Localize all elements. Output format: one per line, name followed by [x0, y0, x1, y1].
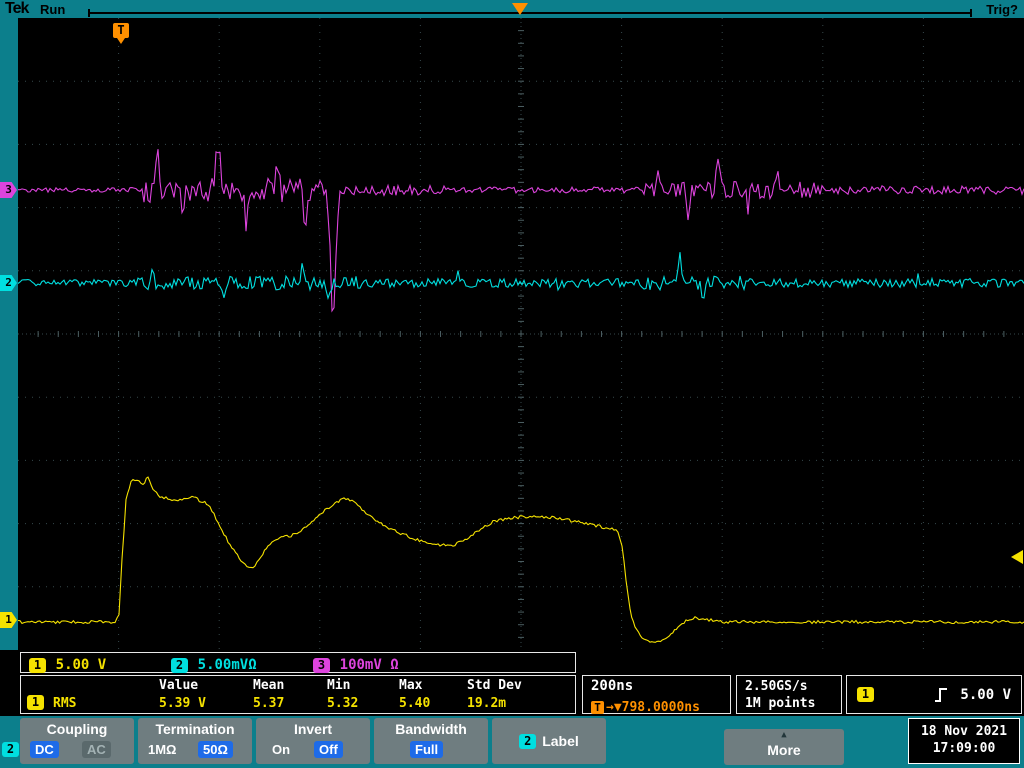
- label-button[interactable]: 2 Label: [492, 718, 606, 764]
- ch1-scale-value: 5.00 V: [55, 657, 107, 673]
- invert-title: Invert: [293, 721, 333, 737]
- delay-trigger-badge: T: [591, 701, 604, 714]
- rising-edge-icon: [935, 687, 947, 702]
- time-text: 17:09:00: [932, 741, 996, 756]
- coupling-title: Coupling: [46, 721, 108, 737]
- coupling-dc-option[interactable]: DC: [30, 741, 59, 758]
- trigger-delay-value: →▼798.0000ns: [606, 700, 700, 715]
- trigger-status: Trig?: [986, 2, 1018, 17]
- horizontal-scale: 200ns: [591, 678, 634, 694]
- measurement-table: Value Mean Min Max Std Dev 1 RMS 5.39 V …: [20, 675, 576, 714]
- meas-header-stddev: Std Dev: [467, 678, 522, 693]
- ch1-ground-marker[interactable]: 1: [0, 612, 17, 628]
- trigger-readout: 1 5.00 V: [846, 675, 1022, 714]
- bandwidth-title: Bandwidth: [395, 721, 467, 737]
- meas-row-max: 5.40: [399, 696, 431, 711]
- date-text: 18 Nov 2021: [920, 724, 1008, 739]
- trigger-delay-readout: T →▼798.0000ns: [591, 696, 700, 715]
- coupling-button[interactable]: Coupling DC AC: [20, 718, 134, 764]
- channel-scale-readout: 1 5.00 V 2 5.00mVΩ 3 100mV Ω: [20, 652, 576, 673]
- bandwidth-button[interactable]: Bandwidth Full: [374, 718, 488, 764]
- termination-50ohm-option[interactable]: 50Ω: [198, 741, 233, 758]
- record-length: 1M points: [745, 696, 816, 711]
- ch3-badge: 3: [313, 658, 330, 673]
- acquisition-readout: 2.50GS/s 1M points: [736, 675, 842, 714]
- meas-header-min: Min: [327, 678, 351, 693]
- trigger-time-flag[interactable]: T: [113, 23, 129, 44]
- termination-button[interactable]: Termination 1MΩ 50Ω: [138, 718, 252, 764]
- meas-row-name: RMS: [53, 696, 77, 711]
- meas-header-mean: Mean: [253, 678, 285, 693]
- meas-row-min: 5.32: [327, 696, 359, 711]
- label-channel-badge: 2: [519, 733, 537, 749]
- invert-on-option[interactable]: On: [272, 741, 290, 758]
- coupling-ac-option[interactable]: AC: [82, 741, 111, 758]
- active-channel-badge: 2: [2, 738, 19, 757]
- ch1-badge: 1: [29, 658, 46, 673]
- trigger-level-arrow[interactable]: [1011, 550, 1023, 564]
- meas-header-value: Value: [159, 678, 199, 693]
- ch3-scale: 3 100mV Ω: [313, 654, 399, 673]
- bandwidth-full-option[interactable]: Full: [410, 741, 444, 758]
- more-up-icon: ▲: [781, 730, 787, 740]
- ch2-badge: 2: [171, 658, 188, 673]
- graticule: T: [18, 18, 1024, 650]
- trigger-source-badge: 1: [857, 687, 874, 702]
- invert-off-option[interactable]: Off: [314, 741, 343, 758]
- record-position-marker[interactable]: [512, 3, 528, 15]
- ch2-scale-value: 5.00mVΩ: [197, 657, 257, 673]
- waveform-display: [18, 18, 1024, 650]
- timebase-readout: 200ns T →▼798.0000ns: [582, 675, 731, 715]
- more-button[interactable]: ▲ More: [724, 729, 844, 765]
- meas-header-max: Max: [399, 678, 423, 693]
- bottom-menu-bar: 2 Coupling DC AC Termination 1MΩ 50Ω Inv…: [0, 716, 1024, 768]
- meas-row-stddev: 19.2m: [467, 696, 507, 711]
- more-label: More: [767, 742, 801, 758]
- tek-logo: Tek: [5, 0, 29, 17]
- meas-row-badge: 1: [27, 695, 44, 710]
- trace-ch1: [18, 476, 1024, 643]
- termination-1mohm-option[interactable]: 1MΩ: [148, 741, 176, 758]
- top-status-bar: Tek Run Trig?: [0, 0, 1024, 18]
- label-title: Label: [542, 733, 579, 749]
- readout-area: 1 5.00 V 2 5.00mVΩ 3 100mV Ω Value Mean …: [0, 650, 1024, 716]
- acquisition-status: Run: [40, 2, 66, 17]
- record-view-bar: [88, 9, 972, 17]
- ch3-ground-marker[interactable]: 3: [0, 182, 17, 198]
- sample-rate: 2.50GS/s: [745, 679, 808, 694]
- trace-ch2: [18, 252, 1024, 301]
- meas-row-mean: 5.37: [253, 696, 285, 711]
- invert-button[interactable]: Invert On Off: [256, 718, 370, 764]
- oscilloscope-screen: Tek Run Trig? T 3 2 1 1 5.00 V 2 5.00mVΩ…: [0, 0, 1024, 768]
- termination-title: Termination: [155, 721, 235, 737]
- ch2-ground-marker[interactable]: 2: [0, 275, 17, 291]
- datetime-display: 18 Nov 2021 17:09:00: [908, 718, 1020, 764]
- ch3-scale-value: 100mV Ω: [339, 657, 399, 673]
- ch2-scale: 2 5.00mVΩ: [171, 654, 257, 673]
- meas-row-value: 5.39 V: [159, 696, 206, 711]
- ch1-scale: 1 5.00 V: [29, 654, 106, 673]
- trigger-level-value: 5.00 V: [960, 686, 1011, 703]
